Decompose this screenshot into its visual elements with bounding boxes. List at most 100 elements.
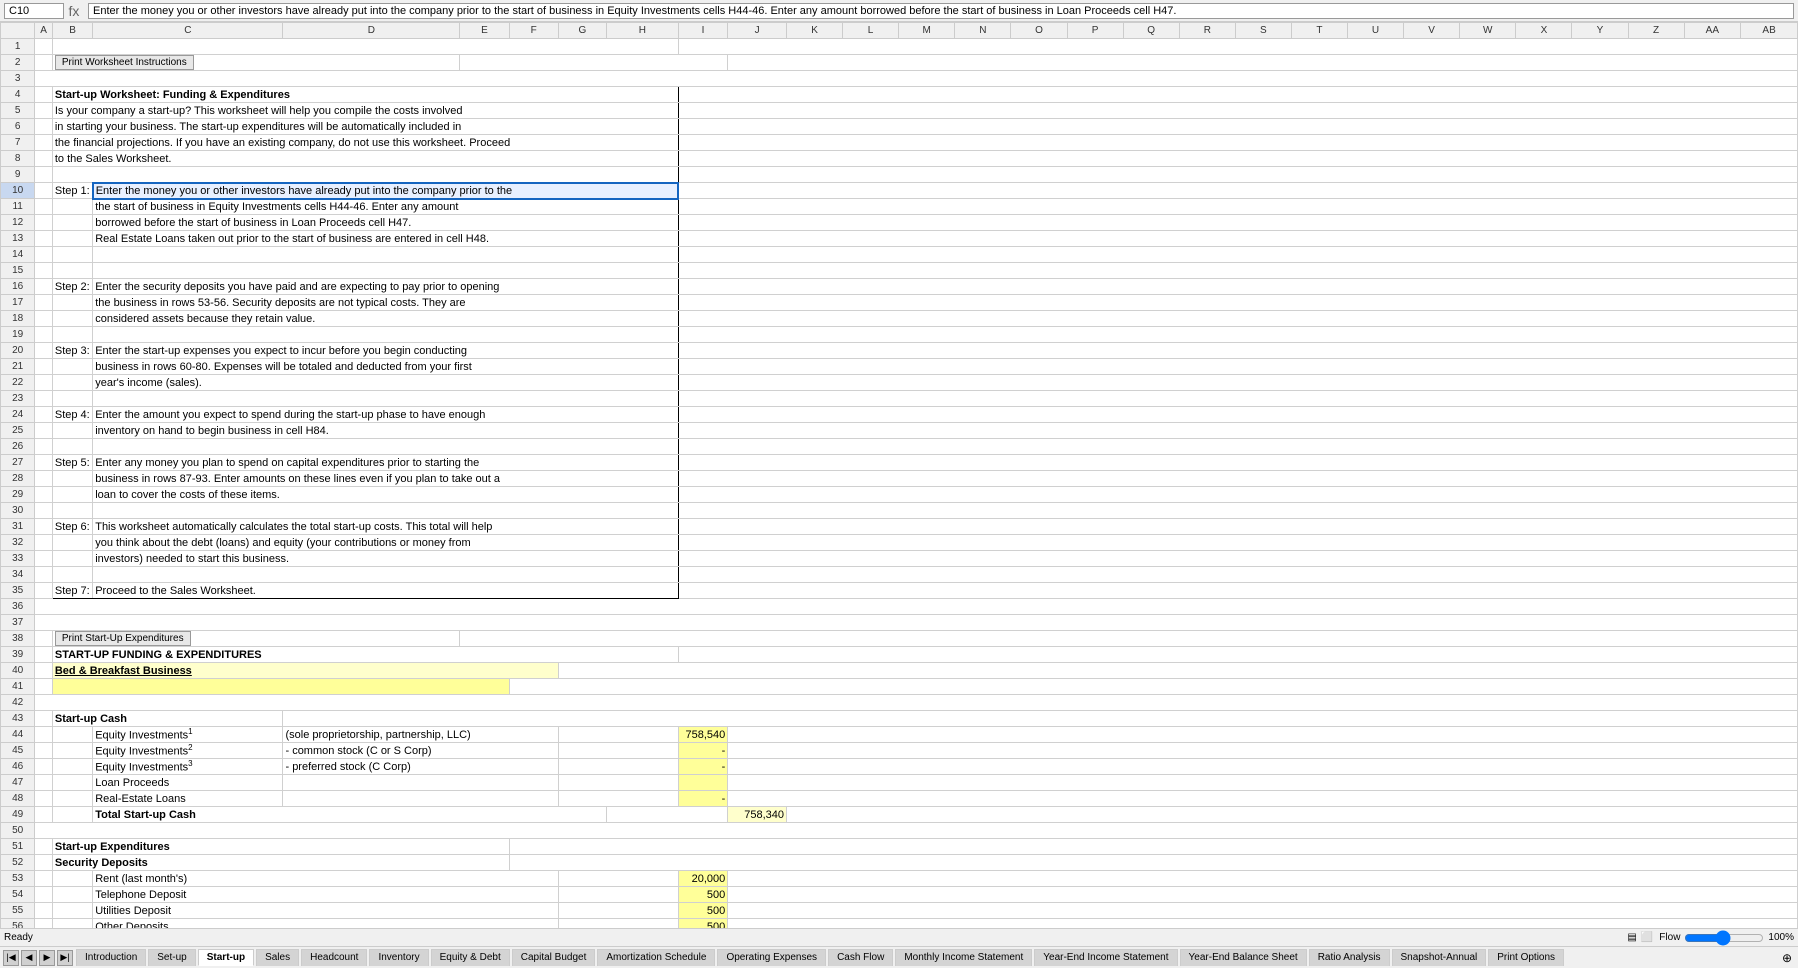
cell-b27[interactable]: Step 5:: [52, 455, 92, 471]
view-page-icon[interactable]: ⬜: [1641, 932, 1653, 943]
cell-c11[interactable]: the start of business in Equity Investme…: [93, 199, 679, 215]
cell-b20[interactable]: Step 3:: [52, 343, 92, 359]
row-num-16: 16: [1, 279, 35, 295]
col-header-k[interactable]: K: [787, 23, 843, 39]
tab-ratio-analysis[interactable]: Ratio Analysis: [1309, 949, 1390, 966]
table-row: 24 Step 4: Enter the amount you expect t…: [1, 407, 1798, 423]
col-header-y[interactable]: Y: [1572, 23, 1628, 39]
tab-cash-flow[interactable]: Cash Flow: [828, 949, 893, 966]
col-header-h[interactable]: H: [606, 23, 678, 39]
cell-reference-box[interactable]: [4, 3, 64, 19]
table-row: 27 Step 5: Enter any money you plan to s…: [1, 455, 1798, 471]
view-normal-icon[interactable]: ▤: [1627, 932, 1636, 943]
cell-c10[interactable]: Enter the money you or other investors h…: [93, 183, 679, 199]
tab-operating-expenses[interactable]: Operating Expenses: [717, 949, 826, 966]
cell-b31[interactable]: Step 6:: [52, 519, 92, 535]
tab-first-btn[interactable]: |◀: [3, 950, 19, 966]
tab-prev-btn[interactable]: ◀: [21, 950, 37, 966]
cell-b12[interactable]: [52, 215, 92, 231]
cell-a4[interactable]: [35, 87, 52, 103]
col-header-r[interactable]: R: [1179, 23, 1235, 39]
tab-startup[interactable]: Start-up: [198, 949, 254, 966]
zoom-slider[interactable]: [1684, 930, 1764, 946]
col-header-p[interactable]: P: [1067, 23, 1123, 39]
row-num-21: 21: [1, 359, 35, 375]
col-header-c[interactable]: C: [93, 23, 283, 39]
cell-a2[interactable]: [35, 55, 52, 71]
cell-b24[interactable]: Step 4:: [52, 407, 92, 423]
col-header-a[interactable]: A: [35, 23, 52, 39]
cell-h55[interactable]: 500: [678, 903, 728, 919]
col-header-g[interactable]: G: [558, 23, 606, 39]
cell-c41[interactable]: [52, 679, 509, 695]
col-header-v[interactable]: V: [1404, 23, 1460, 39]
cell-b13[interactable]: [52, 231, 92, 247]
tab-print-options[interactable]: Print Options: [1488, 949, 1564, 966]
cell-a1[interactable]: [35, 39, 52, 55]
tab-equity-debt[interactable]: Equity & Debt: [431, 949, 510, 966]
col-header-ab[interactable]: AB: [1741, 23, 1798, 39]
col-header-b[interactable]: B: [52, 23, 92, 39]
col-header-x[interactable]: X: [1516, 23, 1572, 39]
status-bar: Ready ▤ ⬜ Flow 100%: [0, 928, 1798, 946]
col-header-o[interactable]: O: [1011, 23, 1067, 39]
cell-b11[interactable]: [52, 199, 92, 215]
col-header-e[interactable]: E: [460, 23, 509, 39]
cell-b16[interactable]: Step 2:: [52, 279, 92, 295]
cell-b10[interactable]: Step 1:: [52, 183, 92, 199]
row-num-23: 23: [1, 391, 35, 407]
col-header-q[interactable]: Q: [1123, 23, 1179, 39]
tab-introduction[interactable]: Introduction: [76, 949, 146, 966]
tab-setup[interactable]: Set-up: [148, 949, 195, 966]
cell-h48[interactable]: -: [678, 791, 728, 807]
cell-b4[interactable]: Start-up Worksheet: Funding & Expenditur…: [52, 87, 678, 103]
cell-c12[interactable]: borrowed before the start of business in…: [93, 215, 679, 231]
tab-yearend-balance[interactable]: Year-End Balance Sheet: [1180, 949, 1307, 966]
tab-snapshot-annual[interactable]: Snapshot-Annual: [1392, 949, 1487, 966]
cell-h45[interactable]: -: [678, 743, 728, 759]
tab-last-btn[interactable]: ▶|: [57, 950, 73, 966]
col-header-n[interactable]: N: [955, 23, 1011, 39]
cell-b1[interactable]: [52, 39, 678, 55]
col-header-z[interactable]: Z: [1628, 23, 1684, 39]
cell-c13[interactable]: Real Estate Loans taken out prior to the…: [93, 231, 679, 247]
table-row: 23: [1, 391, 1798, 407]
col-header-m[interactable]: M: [899, 23, 955, 39]
add-sheet-btn[interactable]: ⊕: [1776, 949, 1798, 967]
cell-h56[interactable]: 500: [678, 919, 728, 929]
col-header-f[interactable]: F: [509, 23, 558, 39]
cell-rest-1[interactable]: [678, 39, 1797, 55]
print-worksheet-btn[interactable]: Print Worksheet Instructions: [55, 55, 194, 70]
col-header-i[interactable]: I: [678, 23, 728, 39]
print-startup-btn[interactable]: Print Start-Up Expenditures: [55, 631, 191, 646]
cell-h47[interactable]: [678, 775, 728, 791]
tab-headcount[interactable]: Headcount: [301, 949, 367, 966]
cell-h46[interactable]: -: [678, 759, 728, 775]
cell-b35[interactable]: Step 7:: [52, 583, 92, 599]
cell-h44[interactable]: 758,540: [678, 727, 728, 743]
cell-e2[interactable]: [460, 55, 728, 71]
tab-inventory[interactable]: Inventory: [369, 949, 428, 966]
cell-b38[interactable]: Print Start-Up Expenditures: [52, 631, 459, 647]
table-row: 7 the financial projections. If you have…: [1, 135, 1798, 151]
col-header-d[interactable]: D: [283, 23, 460, 39]
tab-monthly-income[interactable]: Monthly Income Statement: [895, 949, 1032, 966]
col-header-u[interactable]: U: [1347, 23, 1403, 39]
formula-bar-input[interactable]: [88, 3, 1794, 19]
table-row: 33 investors) needed to start this busin…: [1, 551, 1798, 567]
cell-h54[interactable]: 500: [678, 887, 728, 903]
view-flow-label[interactable]: Flow: [1659, 932, 1680, 943]
col-header-s[interactable]: S: [1235, 23, 1291, 39]
col-header-t[interactable]: T: [1291, 23, 1347, 39]
tab-capital-budget[interactable]: Capital Budget: [512, 949, 596, 966]
cell-b2[interactable]: Print Worksheet Instructions: [52, 55, 459, 71]
tab-yearend-income[interactable]: Year-End Income Statement: [1034, 949, 1177, 966]
col-header-j[interactable]: J: [728, 23, 787, 39]
cell-h53[interactable]: 20,000: [678, 871, 728, 887]
col-header-l[interactable]: L: [843, 23, 899, 39]
col-header-w[interactable]: W: [1460, 23, 1516, 39]
col-header-aa[interactable]: AA: [1684, 23, 1741, 39]
tab-next-btn[interactable]: ▶: [39, 950, 55, 966]
tab-sales[interactable]: Sales: [256, 949, 299, 966]
tab-amortization[interactable]: Amortization Schedule: [597, 949, 715, 966]
